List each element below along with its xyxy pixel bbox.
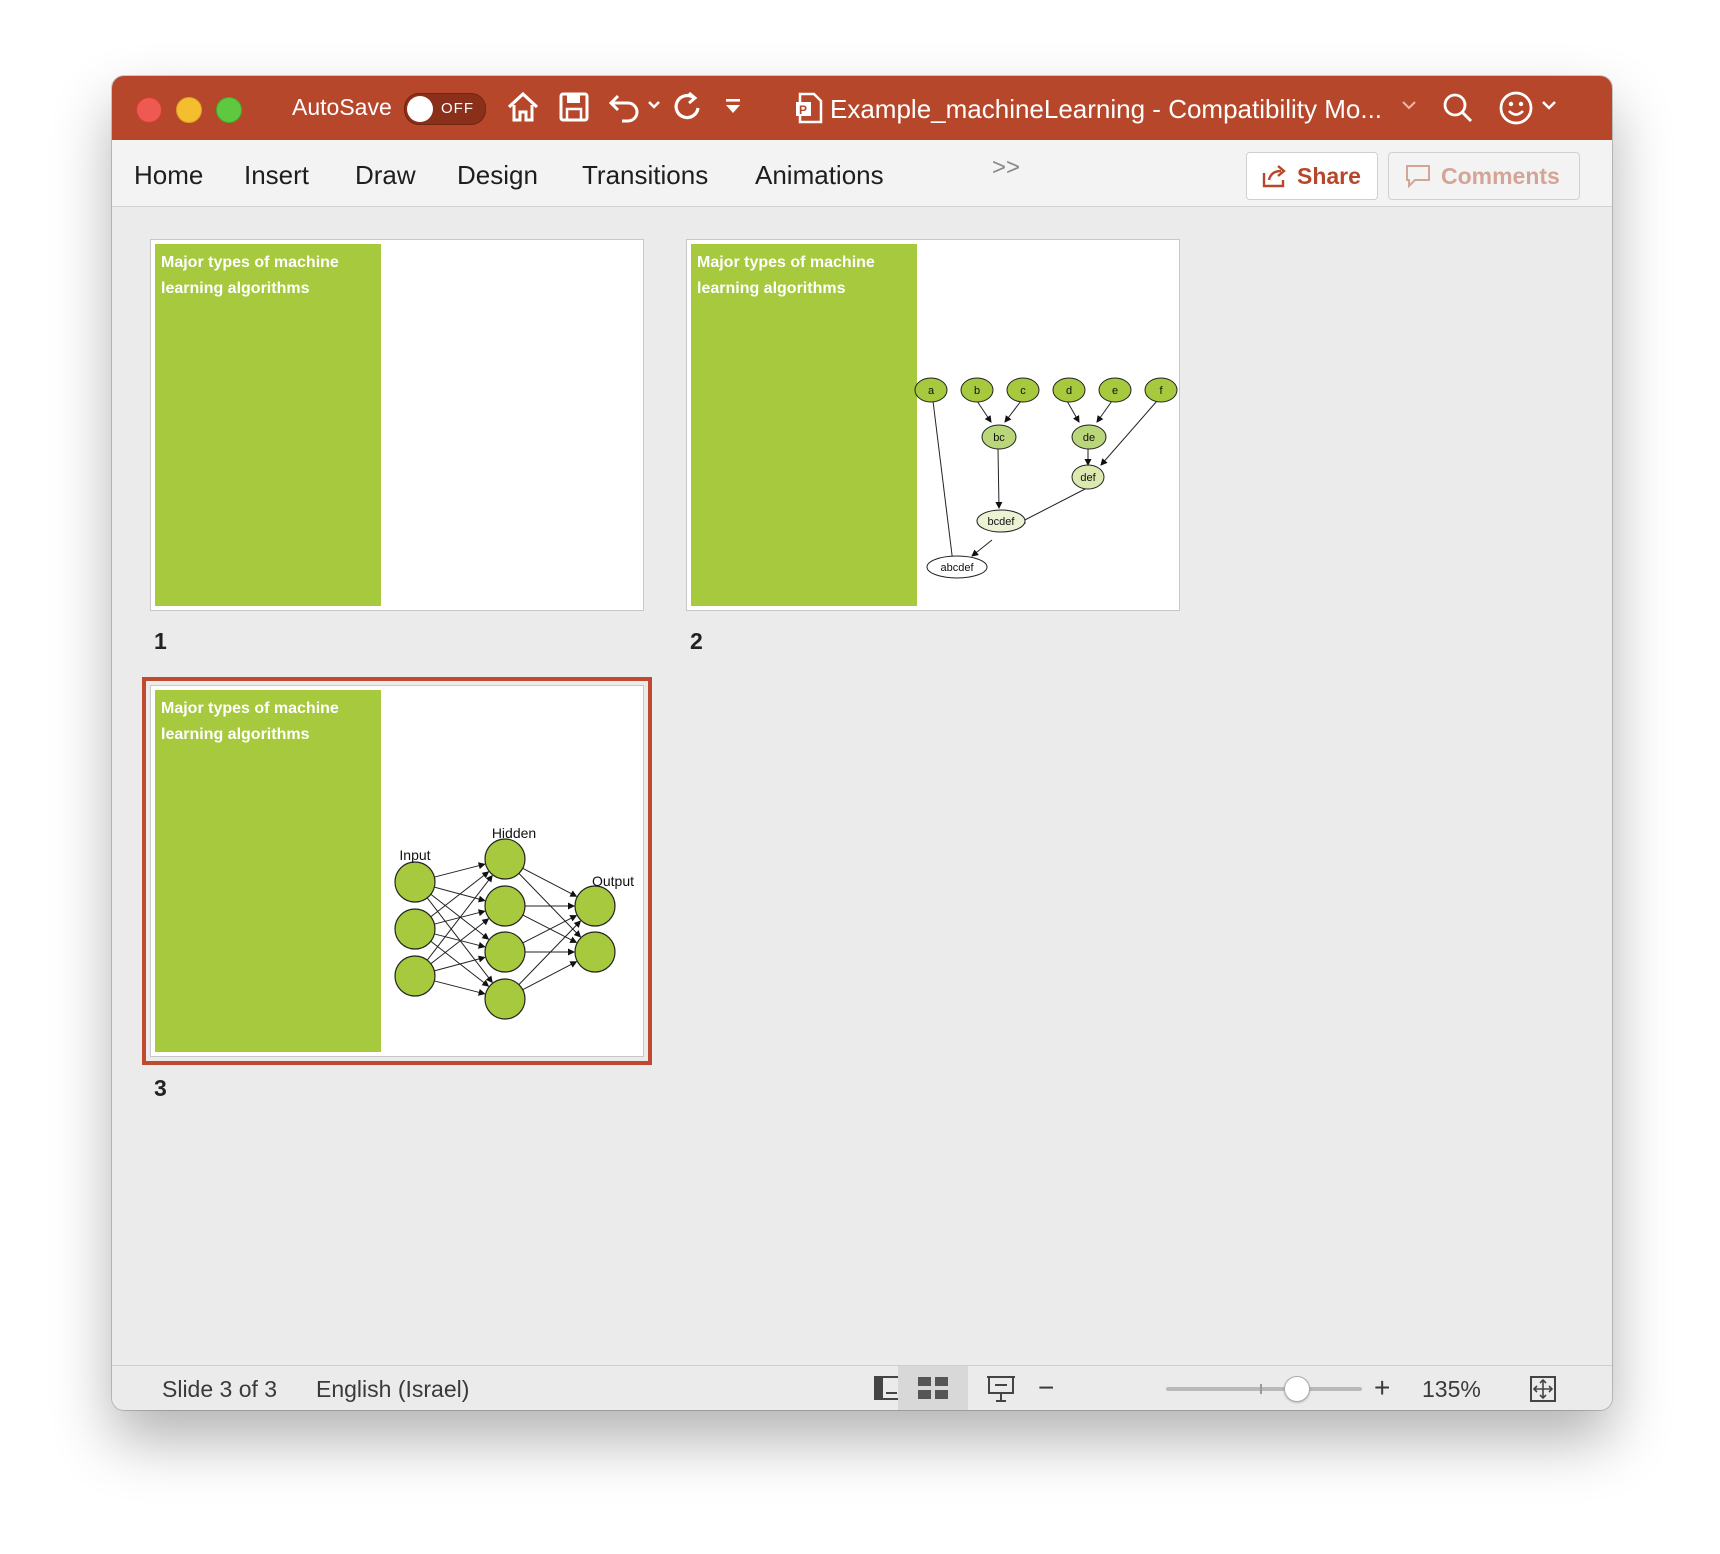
undo-dropdown-chevron-icon[interactable] xyxy=(646,98,662,117)
zoom-level[interactable]: 135% xyxy=(1422,1376,1481,1403)
network-connection xyxy=(430,918,490,965)
slide-number-1: 1 xyxy=(154,628,167,654)
node-b-label: b xyxy=(974,385,980,397)
comment-bubble-icon xyxy=(1405,164,1431,193)
network-connection xyxy=(522,867,578,897)
node-de-label: de xyxy=(1083,432,1095,444)
network-connection xyxy=(430,893,490,940)
zoom-slider-midpoint xyxy=(1260,1384,1262,1394)
powerpoint-window: AutoSave OFF P Example_machineLearning -… xyxy=(112,76,1612,1410)
node-abcdef-label: abcdef xyxy=(940,562,974,574)
normal-view-icon xyxy=(873,1374,901,1407)
comments-label: Comments xyxy=(1441,163,1560,189)
output-neuron xyxy=(574,885,616,927)
title-bar: AutoSave OFF P Example_machineLearning -… xyxy=(112,76,1612,140)
slide-count-status: Slide 3 of 3 xyxy=(162,1376,278,1402)
tab-insert[interactable]: Insert xyxy=(244,160,309,191)
output-layer-label: Output xyxy=(592,873,634,889)
feedback-chevron-down-icon[interactable] xyxy=(1540,98,1558,117)
slide-thumbnail-3[interactable]: Major types of machine learning algorith… xyxy=(142,677,652,1065)
fit-to-window-icon[interactable] xyxy=(1528,1374,1558,1409)
slide-sorter-view-button[interactable] xyxy=(898,1366,968,1410)
presenter-screen-icon xyxy=(986,1374,1016,1409)
autosave-label: AutoSave xyxy=(292,94,392,120)
more-tabs-chevron-icon[interactable]: >> xyxy=(992,154,1020,182)
zoom-slider-track[interactable] xyxy=(1166,1387,1362,1391)
slide-header: Major types of machine learning algorith… xyxy=(161,254,339,297)
undo-icon[interactable] xyxy=(608,90,642,129)
network-connection xyxy=(434,980,486,996)
close-window-button[interactable] xyxy=(136,97,162,123)
network-connection xyxy=(518,920,582,985)
clustering-dendrogram-diagram: a b c d e f bc de def bcdef abcdef xyxy=(914,377,1178,579)
toggle-knob xyxy=(407,96,433,122)
zoom-out-button[interactable]: − xyxy=(1038,1372,1054,1404)
share-label: Share xyxy=(1297,163,1361,189)
input-neuron xyxy=(394,908,436,950)
language-status[interactable]: English (Israel) xyxy=(316,1376,469,1403)
powerpoint-document-icon: P xyxy=(794,92,824,129)
input-neuron xyxy=(394,861,436,903)
minimize-window-button[interactable] xyxy=(176,97,202,123)
node-def-label: def xyxy=(1080,472,1096,484)
title-chevron-down-icon[interactable] xyxy=(1400,98,1418,117)
redo-icon[interactable] xyxy=(670,90,704,129)
svg-text:P: P xyxy=(799,103,807,117)
save-icon[interactable] xyxy=(558,90,590,129)
slideshow-view-button[interactable] xyxy=(966,1366,1036,1410)
hidden-neuron xyxy=(484,885,526,927)
tab-design[interactable]: Design xyxy=(457,160,538,191)
output-neuron xyxy=(574,931,616,973)
tab-draw[interactable]: Draw xyxy=(355,160,416,191)
network-connection xyxy=(434,862,486,878)
node-bc-label: bc xyxy=(993,432,1005,444)
node-c-label: c xyxy=(1020,385,1026,397)
home-icon[interactable] xyxy=(506,90,540,129)
input-layer-label: Input xyxy=(399,847,430,863)
share-icon xyxy=(1261,163,1289,194)
slide-thumbnail-1[interactable]: Major types of machine learning algorith… xyxy=(150,239,644,611)
slide-number-2: 2 xyxy=(690,628,703,654)
network-connection xyxy=(434,955,486,972)
tab-home[interactable]: Home xyxy=(134,160,203,191)
node-e-label: e xyxy=(1112,385,1118,397)
search-icon[interactable] xyxy=(1442,92,1474,129)
slide-sorter-icon xyxy=(917,1375,949,1406)
network-connection xyxy=(522,961,578,991)
comments-button[interactable]: Comments xyxy=(1388,152,1580,200)
input-neuron xyxy=(394,955,436,997)
neural-network-diagram: Input Hidden Output xyxy=(394,825,634,1020)
tab-animations[interactable]: Animations xyxy=(755,160,884,191)
slide-sorter-area: Major types of machine learning algorith… xyxy=(112,207,1612,1365)
hidden-layer-label: Hidden xyxy=(492,825,536,841)
tab-transitions[interactable]: Transitions xyxy=(582,160,708,191)
node-a-label: a xyxy=(928,385,935,397)
hidden-neuron xyxy=(484,931,526,973)
autosave-toggle[interactable]: OFF xyxy=(404,93,486,125)
slide-number-3: 3 xyxy=(154,1075,167,1101)
status-bar: Slide 3 of 3 English (Israel) − + 135% xyxy=(112,1365,1612,1410)
node-bcdef-label: bcdef xyxy=(988,516,1016,528)
hidden-neuron xyxy=(484,978,526,1020)
customize-toolbar-icon[interactable] xyxy=(722,96,744,123)
feedback-smiley-icon[interactable] xyxy=(1498,90,1534,131)
hidden-neuron xyxy=(484,838,526,880)
zoom-in-button[interactable]: + xyxy=(1374,1372,1390,1404)
share-button[interactable]: Share xyxy=(1246,152,1378,200)
network-connection xyxy=(430,871,490,918)
node-d-label: d xyxy=(1066,385,1072,397)
network-connection xyxy=(518,873,582,938)
document-title: Example_machineLearning - Compatibility … xyxy=(830,94,1383,124)
ribbon-tab-bar: Home Insert Draw Design Transitions Anim… xyxy=(112,140,1612,207)
zoom-window-button[interactable] xyxy=(216,97,242,123)
autosave-state: OFF xyxy=(441,100,474,117)
zoom-slider-handle[interactable] xyxy=(1284,1376,1310,1402)
slide-thumbnail-2[interactable]: Major types of machine learning algorith… xyxy=(686,239,1180,611)
